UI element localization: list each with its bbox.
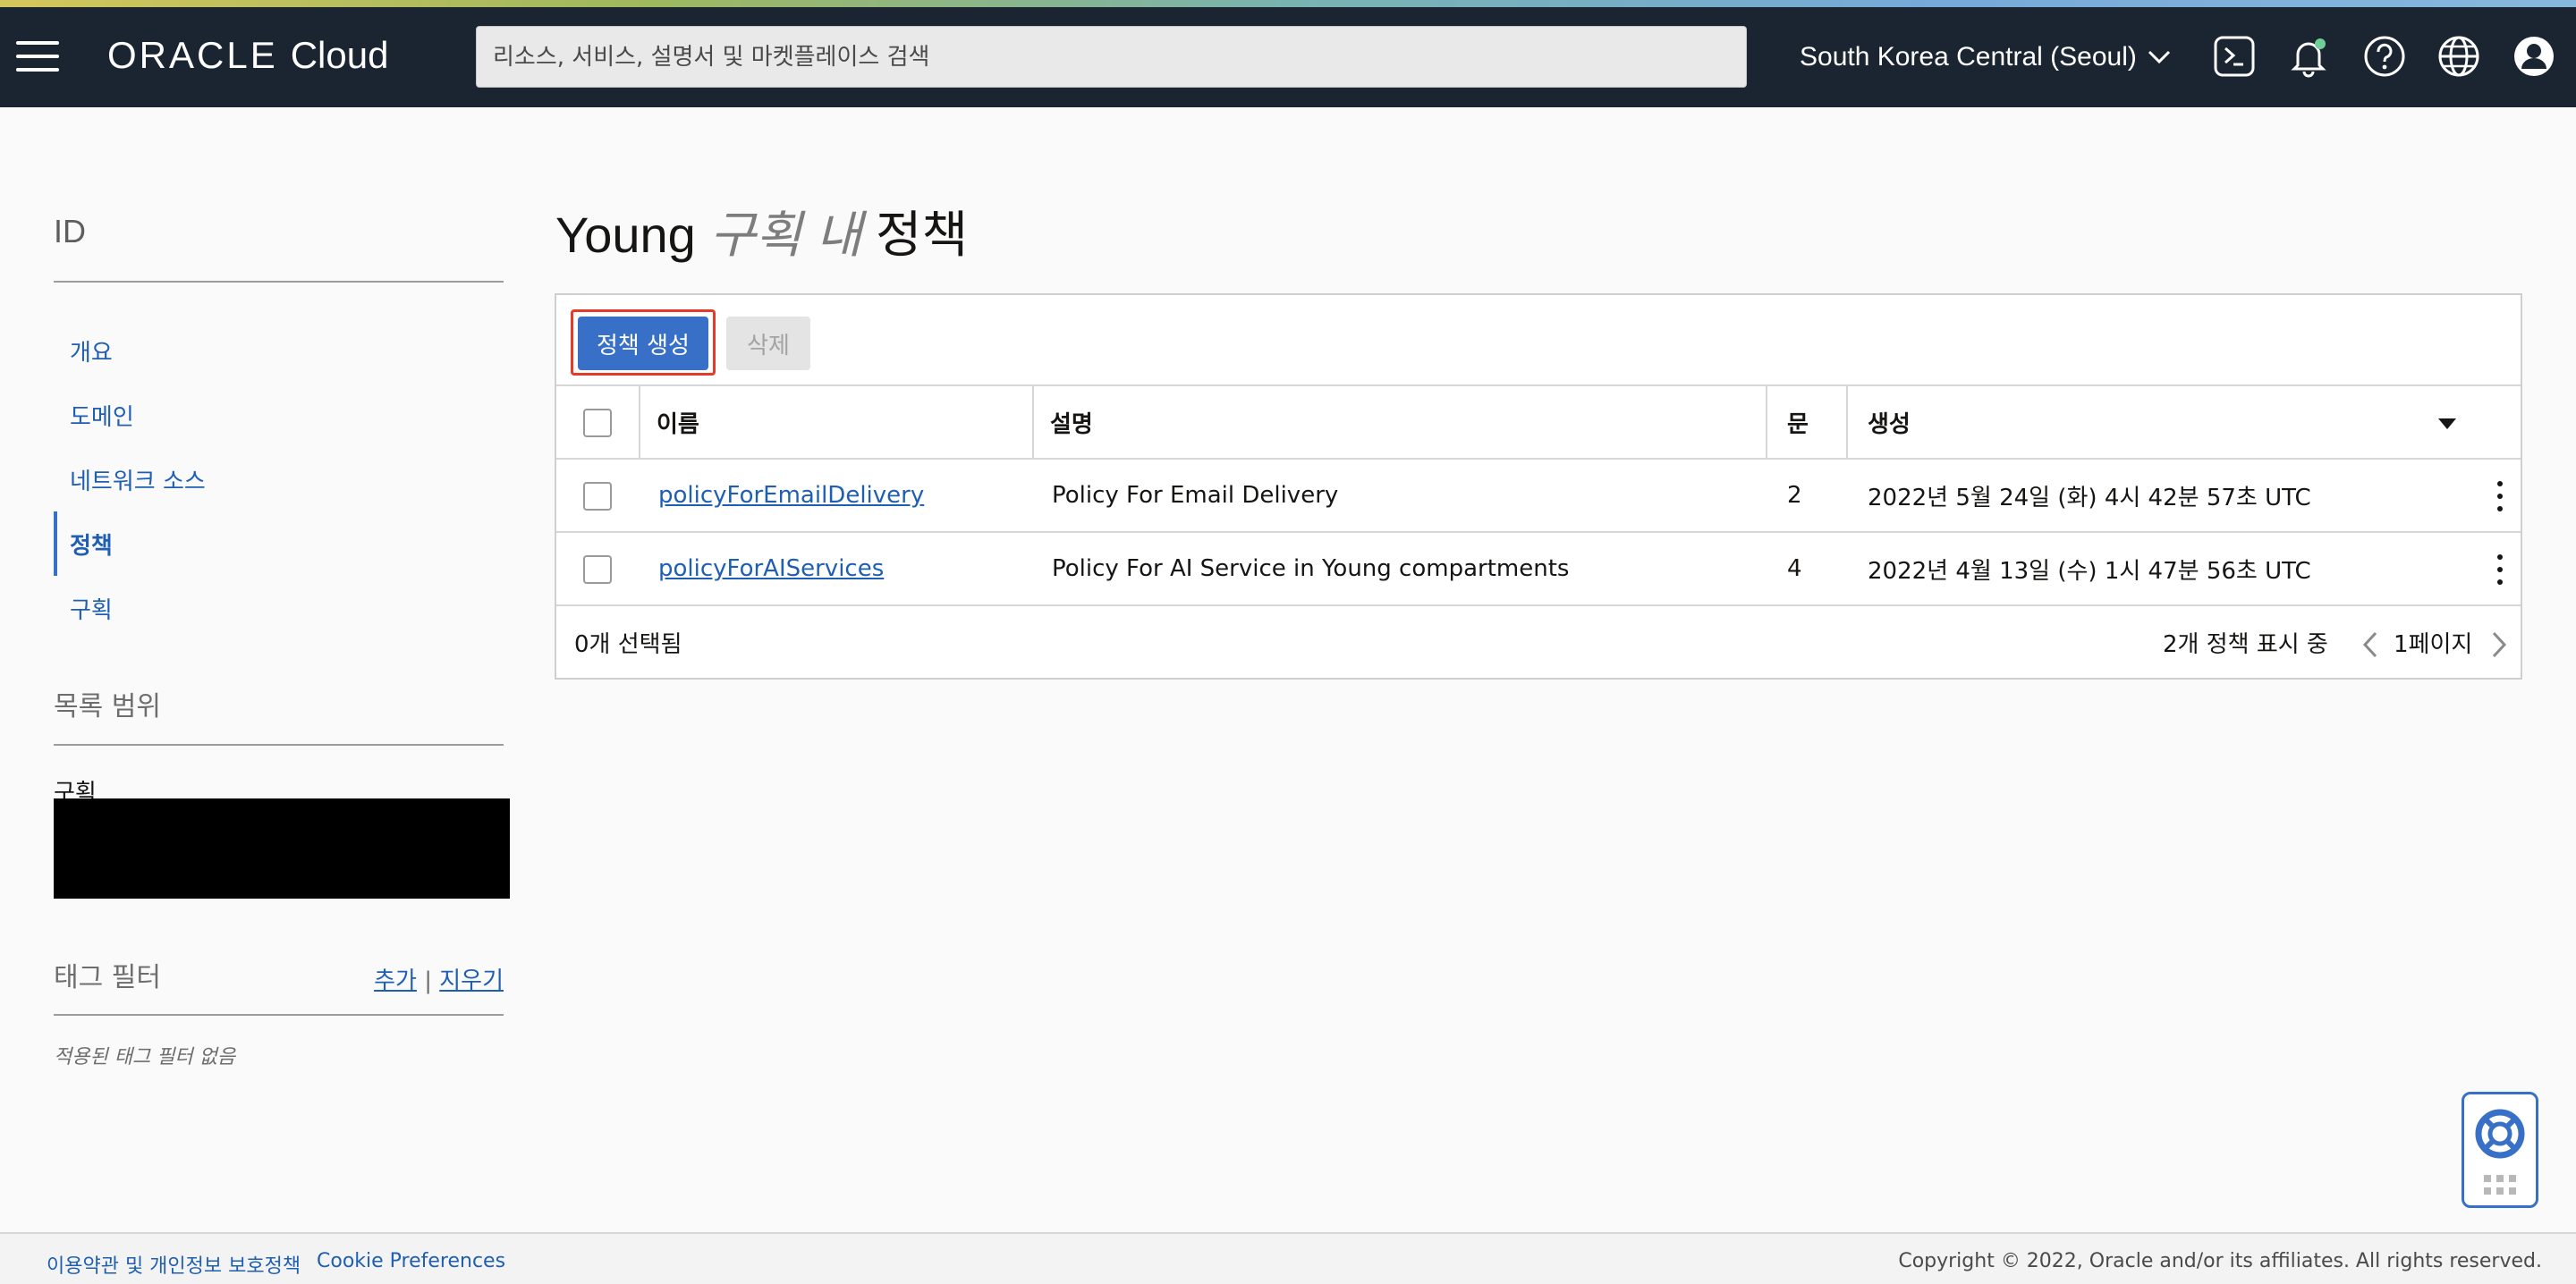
delete-button: 삭제 <box>726 317 810 370</box>
table-footer: 0개 선택됨 2개 정책 표시 중 1페이지 <box>556 606 2521 678</box>
compartment-selector-redacted[interactable] <box>54 798 510 899</box>
region-label: South Korea Central (Seoul) <box>1800 42 2137 72</box>
sidebar-item-overview[interactable]: 개요 <box>54 318 504 383</box>
showing-count: 2개 정책 표시 중 <box>2163 630 2328 658</box>
cookie-preferences-link[interactable]: Cookie Preferences <box>317 1250 505 1272</box>
search-input[interactable] <box>476 26 1747 88</box>
column-statements-header[interactable]: 문 <box>1787 386 1809 458</box>
sidebar-item-domains[interactable]: 도메인 <box>54 383 504 447</box>
lifebuoy-icon <box>2475 1109 2525 1195</box>
tag-clear-link[interactable]: 지우기 <box>439 967 504 994</box>
sidebar-nav: 개요 도메인 네트워크 소스 정책 구획 <box>54 318 504 640</box>
user-icon[interactable] <box>2512 34 2556 79</box>
sidebar-item-compartments[interactable]: 구획 <box>54 576 504 640</box>
row-checkbox[interactable] <box>583 555 612 584</box>
page-title-compartment: Young <box>555 207 696 263</box>
prev-page-icon[interactable] <box>2361 631 2379 658</box>
brand-stripe <box>0 0 2576 7</box>
table-row: policyForEmailDelivery Policy For Email … <box>556 460 2521 533</box>
create-policy-button[interactable]: 정책 생성 <box>578 317 708 370</box>
select-all-checkbox[interactable] <box>583 409 612 437</box>
sort-desc-icon[interactable] <box>2438 418 2456 429</box>
tag-filter-actions: 추가 | 지우기 <box>374 962 504 995</box>
table-header-row: 이름 설명 문 생성 <box>556 386 2521 460</box>
policy-created: 2022년 5월 24일 (화) 4시 42분 57초 UTC <box>1868 484 2311 511</box>
policy-name-link[interactable]: policyForAIServices <box>658 555 884 582</box>
policy-statement-count: 2 <box>1787 482 1802 509</box>
menu-icon[interactable] <box>16 41 59 72</box>
policy-name-link[interactable]: policyForEmailDelivery <box>658 482 924 509</box>
help-widget[interactable] <box>2462 1092 2538 1208</box>
divider <box>54 281 504 283</box>
tag-add-link[interactable]: 추가 <box>374 967 417 994</box>
table-toolbar: 정책 생성 삭제 <box>556 295 2521 386</box>
sidebar-item-network-sources[interactable]: 네트워크 소스 <box>54 447 504 511</box>
cloud-shell-icon[interactable] <box>2212 34 2257 79</box>
row-actions-icon[interactable] <box>2488 481 2512 511</box>
globe-icon[interactable] <box>2436 34 2481 79</box>
policy-description: Policy For Email Delivery <box>1052 482 1339 509</box>
page-title-policies: 정책 <box>876 207 969 263</box>
policy-statement-count: 4 <box>1787 555 1802 582</box>
bell-icon[interactable] <box>2286 34 2331 79</box>
policy-created: 2022년 4월 13일 (수) 1시 47분 56초 UTC <box>1868 557 2311 585</box>
row-checkbox[interactable] <box>583 482 612 511</box>
policies-table: 이름 설명 문 생성 policyForEmailDelivery Policy… <box>556 386 2521 678</box>
terms-privacy-link[interactable]: 이용약관 및 개인정보 보호정책 <box>47 1250 301 1279</box>
page-footer: 이용약관 및 개인정보 보호정책 Cookie Preferences Copy… <box>0 1232 2576 1284</box>
logo-cloud-text: Cloud <box>290 34 389 76</box>
prev-page-icon[interactable] <box>1465 631 1466 632</box>
tag-filter-title: 태그 필터 <box>54 962 161 993</box>
sidebar-item-policies[interactable]: 정책 <box>54 511 504 576</box>
tag-filter-empty: 적용된 태그 필터 없음 <box>54 1046 236 1069</box>
row-actions-icon[interactable] <box>2488 554 2512 585</box>
chevron-down-icon <box>2148 50 2170 64</box>
column-description-header[interactable]: 설명 <box>1050 386 1093 458</box>
selected-count: 0개 선택됨 <box>574 630 682 658</box>
tag-separator: | <box>424 967 432 994</box>
policies-panel: 정책 생성 삭제 이름 설명 문 생성 policyForEmailDelive… <box>555 293 2522 680</box>
list-scope-title: 목록 범위 <box>54 691 161 722</box>
oracle-cloud-logo[interactable]: ORACLE Cloud <box>107 34 388 79</box>
top-header: ORACLE Cloud South Korea Central (Seoul) <box>0 7 2576 107</box>
divider <box>54 1014 504 1016</box>
region-selector[interactable]: South Korea Central (Seoul) <box>1800 30 2171 84</box>
column-name-header[interactable]: 이름 <box>657 386 699 458</box>
help-icon[interactable] <box>2362 34 2407 79</box>
page-title: Young 구획 내 정책 <box>555 195 968 267</box>
policy-description: Policy For AI Service in Young compartme… <box>1052 555 1570 582</box>
table-row: policyForAIServices Policy For AI Servic… <box>556 533 2521 606</box>
logo-oracle-text: ORACLE <box>107 34 278 76</box>
next-page-icon[interactable] <box>2490 631 2508 658</box>
page-title-in-compartment: 구획 내 <box>709 207 862 263</box>
page-indicator: 1페이지 <box>2394 630 2473 658</box>
column-created-header[interactable]: 생성 <box>1868 386 1911 458</box>
copyright: Copyright © 2022, Oracle and/or its affi… <box>1898 1250 2542 1272</box>
sidebar-title: ID <box>54 213 86 249</box>
divider <box>54 744 504 746</box>
